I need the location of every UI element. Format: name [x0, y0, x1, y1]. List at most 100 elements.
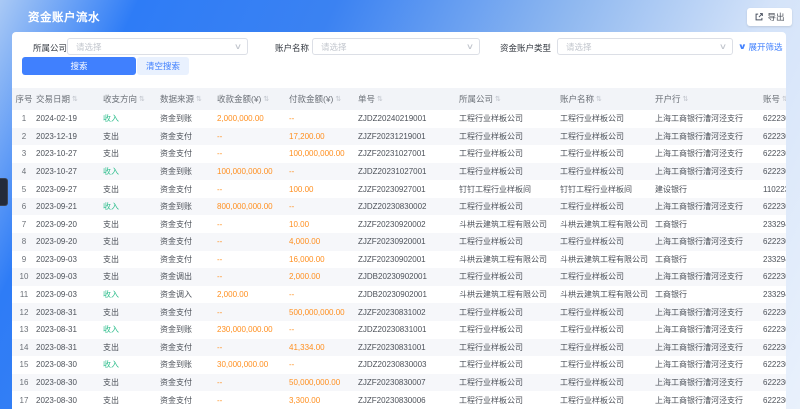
- cell-pay-amount: 100,000,000.00: [289, 149, 358, 158]
- column-label: 账户名称: [560, 93, 594, 105]
- cell-trade-date: 2023-09-21: [36, 202, 103, 211]
- cell-pay-amount: --: [289, 114, 358, 123]
- column-label: 付款金额(¥): [289, 93, 333, 105]
- cell-pay-amount: --: [289, 325, 358, 334]
- cell-bank: 工商银行: [655, 219, 763, 230]
- cell-account-no: 622230111: [763, 132, 786, 141]
- export-button[interactable]: 导出: [747, 8, 792, 26]
- cell-direction: 支出: [103, 219, 160, 230]
- column-header-source[interactable]: 数据来源⇅: [160, 93, 217, 105]
- cell-bank: 上海工商银行漕河泾支行: [655, 201, 763, 212]
- cell-company: 工程行业样板公司: [459, 201, 560, 212]
- cell-bank: 上海工商银行漕河泾支行: [655, 377, 763, 388]
- cell-bank: 上海工商银行漕河泾支行: [655, 236, 763, 247]
- column-label: 所属公司: [459, 93, 493, 105]
- cell-trade-date: 2023-10-27: [36, 149, 103, 158]
- table-row: 162023-08-30支出资金支付--50,000,000.00ZJZF202…: [12, 374, 786, 392]
- cell-direction: 支出: [103, 395, 160, 406]
- company-filter-select[interactable]: 请选择 ∨: [67, 38, 248, 55]
- cell-order-no: ZJDB20230902001: [358, 290, 459, 299]
- cell-account-no: 23329499: [763, 255, 786, 264]
- cell-account-name: 工程行业样板公司: [560, 307, 655, 318]
- cell-account-no: 622230111: [763, 237, 786, 246]
- cell-pay-amount: 10.00: [289, 220, 358, 229]
- cell-account-name: 斗栱云建筑工程有限公司: [560, 254, 655, 265]
- cell-direction: 收入: [103, 324, 160, 335]
- cell-source: 资金到账: [160, 166, 217, 177]
- column-header-pay-amount[interactable]: 付款金额(¥)⇅: [289, 93, 358, 105]
- drawer-handle[interactable]: [0, 178, 8, 206]
- cell-account-no: 622230111: [763, 308, 786, 317]
- column-label: 收支方向: [103, 93, 137, 105]
- cell-order-no: ZJZF20230831001: [358, 343, 459, 352]
- search-button[interactable]: 搜索: [22, 57, 136, 75]
- table-row: 42023-10-27收入资金到账100,000,000.00--ZJDZ202…: [12, 163, 786, 181]
- clear-search-button[interactable]: 清空搜索: [137, 57, 189, 75]
- cell-source: 资金到账: [160, 113, 217, 124]
- cell-trade-date: 2023-08-31: [36, 325, 103, 334]
- table-body: 12024-02-19收入资金到账2,000,000.00--ZJDZ20240…: [12, 110, 786, 409]
- cell-direction: 支出: [103, 254, 160, 265]
- column-header-index: 序号: [12, 93, 36, 105]
- cell-trade-date: 2023-12-19: [36, 132, 103, 141]
- table-row: 12024-02-19收入资金到账2,000,000.00--ZJDZ20240…: [12, 110, 786, 128]
- column-header-account-no[interactable]: 账号⇅: [763, 93, 786, 105]
- expand-filters-link[interactable]: ∨ 展开筛选: [739, 41, 783, 53]
- cell-order-no: ZJDZ20231027001: [358, 167, 459, 176]
- sort-icon[interactable]: ⇅: [782, 96, 786, 103]
- cell-receive-amount: --: [217, 237, 289, 246]
- cell-direction: 收入: [103, 201, 160, 212]
- table-row: 52023-09-27支出资金支付--100.00ZJZF20230927001…: [12, 180, 786, 198]
- table-row: 72023-09-20支出资金支付--10.00ZJZF20230920002斗…: [12, 215, 786, 233]
- column-label: 账号: [763, 93, 780, 105]
- account-name-filter-select[interactable]: 请选择 ∨: [312, 38, 480, 55]
- cell-index: 14: [12, 343, 36, 352]
- sort-icon[interactable]: ⇅: [495, 96, 501, 103]
- column-header-trade-date[interactable]: 交易日期⇅: [36, 93, 103, 105]
- column-header-company[interactable]: 所属公司⇅: [459, 93, 560, 105]
- column-label: 收款金额(¥): [217, 93, 261, 105]
- column-label: 单号: [358, 93, 375, 105]
- column-header-receive-amount[interactable]: 收款金额(¥)⇅: [217, 93, 289, 105]
- column-label: 序号: [15, 93, 32, 105]
- sort-icon[interactable]: ⇅: [139, 96, 145, 103]
- table-row: 122023-08-31支出资金支付--500,000,000.00ZJZF20…: [12, 303, 786, 321]
- cell-trade-date: 2024-02-19: [36, 114, 103, 123]
- chevron-down-icon: ∨: [234, 43, 242, 51]
- cell-bank: 上海工商银行漕河泾支行: [655, 395, 763, 406]
- table-row: 22023-12-19支出资金支付--17,200.00ZJZF20231219…: [12, 128, 786, 146]
- cell-source: 资金调入: [160, 289, 217, 300]
- cell-order-no: ZJZF20230830006: [358, 396, 459, 405]
- cell-account-no: 622230111: [763, 149, 786, 158]
- cell-index: 5: [12, 185, 36, 194]
- cell-account-name: 斗栱云建筑工程有限公司: [560, 289, 655, 300]
- cell-receive-amount: 100,000,000.00: [217, 167, 289, 176]
- column-header-direction[interactable]: 收支方向⇅: [103, 93, 160, 105]
- sort-icon[interactable]: ⇅: [683, 96, 689, 103]
- sort-icon[interactable]: ⇅: [72, 96, 78, 103]
- column-header-account-name[interactable]: 账户名称⇅: [560, 93, 655, 105]
- sort-icon[interactable]: ⇅: [263, 96, 269, 103]
- cell-account-name: 工程行业样板公司: [560, 342, 655, 353]
- column-header-order-no[interactable]: 单号⇅: [358, 93, 459, 105]
- sort-icon[interactable]: ⇅: [335, 96, 341, 103]
- chevron-down-icon: ∨: [719, 43, 727, 51]
- cell-receive-amount: 2,000.00: [217, 290, 289, 299]
- cell-pay-amount: 4,000.00: [289, 237, 358, 246]
- cell-company: 工程行业样板公司: [459, 236, 560, 247]
- cell-direction: 收入: [103, 359, 160, 370]
- sort-icon[interactable]: ⇅: [596, 96, 602, 103]
- cell-source: 资金支付: [160, 184, 217, 195]
- cell-pay-amount: --: [289, 167, 358, 176]
- sort-icon[interactable]: ⇅: [377, 96, 383, 103]
- cell-trade-date: 2023-09-03: [36, 290, 103, 299]
- cell-order-no: ZJZF20230830007: [358, 378, 459, 387]
- table-row: 152023-08-30收入资金到账30,000,000.00--ZJDZ202…: [12, 356, 786, 374]
- cell-index: 12: [12, 308, 36, 317]
- cell-company: 工程行业样板公司: [459, 377, 560, 388]
- cell-trade-date: 2023-08-30: [36, 378, 103, 387]
- account-type-filter-select[interactable]: 请选择 ∨: [557, 38, 733, 55]
- cell-bank: 建设银行: [655, 184, 763, 195]
- sort-icon[interactable]: ⇅: [196, 96, 202, 103]
- column-header-bank[interactable]: 开户行⇅: [655, 93, 763, 105]
